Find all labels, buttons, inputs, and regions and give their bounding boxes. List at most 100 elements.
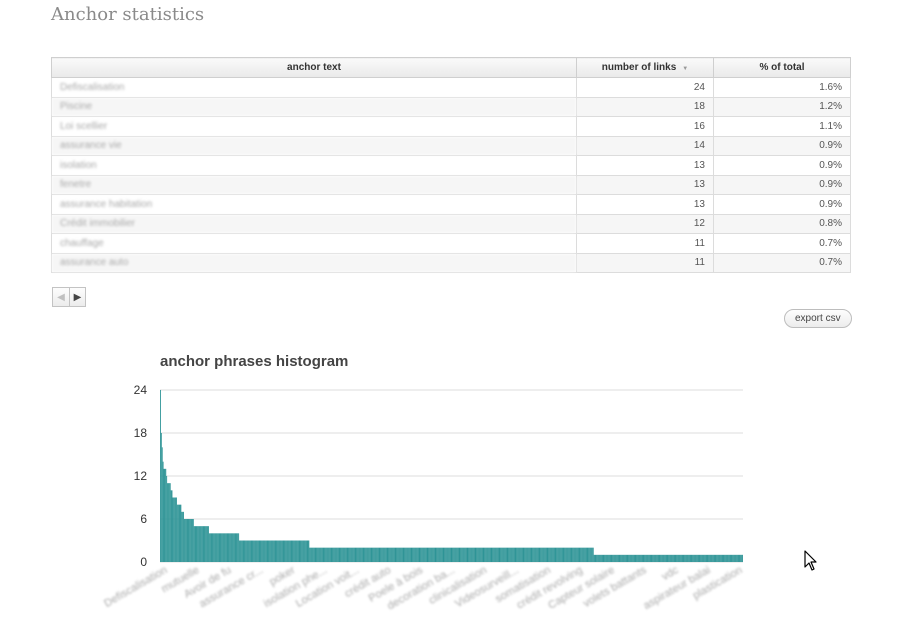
histogram-bar[interactable] [448, 547, 450, 562]
histogram-bar[interactable] [514, 547, 516, 562]
histogram-bar[interactable] [512, 547, 514, 562]
histogram-bar[interactable] [187, 519, 189, 562]
histogram-bar[interactable] [557, 547, 559, 562]
histogram-bar[interactable] [339, 547, 341, 562]
histogram-bar[interactable] [261, 540, 263, 563]
histogram-bar[interactable] [317, 547, 319, 562]
histogram-bar[interactable] [733, 554, 735, 562]
histogram-bar[interactable] [508, 547, 510, 562]
histogram-bar[interactable] [397, 547, 399, 562]
histogram-bar[interactable] [580, 547, 582, 562]
histogram-bar[interactable] [394, 547, 396, 562]
histogram-bar[interactable] [194, 526, 196, 562]
histogram-bar[interactable] [402, 547, 404, 562]
histogram-bar[interactable] [351, 547, 353, 562]
histogram-bar[interactable] [353, 547, 355, 562]
histogram-bar[interactable] [391, 547, 392, 562]
histogram-bar[interactable] [170, 490, 172, 562]
histogram-bar[interactable] [590, 547, 592, 562]
histogram-bar[interactable] [299, 540, 301, 563]
histogram-bar[interactable] [459, 547, 461, 562]
histogram-bar[interactable] [601, 554, 603, 562]
histogram-bar[interactable] [344, 547, 346, 562]
histogram-bar[interactable] [507, 547, 509, 562]
histogram-bar[interactable] [719, 554, 721, 562]
histogram-bar[interactable] [190, 519, 192, 562]
histogram-bar[interactable] [423, 547, 424, 562]
histogram-bar[interactable] [225, 533, 227, 562]
histogram-bar[interactable] [504, 547, 506, 562]
histogram-bar[interactable] [183, 511, 184, 562]
histogram-bar[interactable] [669, 554, 671, 562]
histogram-bar[interactable] [678, 554, 680, 562]
histogram-bar[interactable] [418, 547, 420, 562]
histogram-bar[interactable] [541, 547, 543, 562]
histogram-bar[interactable] [450, 547, 452, 562]
histogram-bar[interactable] [428, 547, 430, 562]
histogram-bar[interactable] [485, 547, 487, 562]
histogram-bar[interactable] [442, 547, 444, 562]
histogram-bar[interactable] [639, 554, 640, 562]
histogram-bar[interactable] [471, 547, 472, 562]
histogram-bar[interactable] [198, 526, 200, 562]
histogram-bar[interactable] [260, 540, 262, 563]
histogram-bar[interactable] [248, 540, 250, 563]
histogram-bar[interactable] [245, 540, 247, 563]
histogram-bar[interactable] [561, 547, 563, 562]
histogram-bar[interactable] [319, 547, 321, 562]
histogram-bar[interactable] [521, 547, 523, 562]
histogram-bar[interactable] [268, 540, 270, 563]
histogram-bar[interactable] [200, 526, 202, 562]
histogram-bar[interactable] [229, 533, 231, 562]
histogram-bar[interactable] [250, 540, 252, 563]
histogram-bar[interactable] [256, 540, 258, 563]
histogram-bar[interactable] [167, 483, 168, 562]
histogram-bar[interactable] [169, 483, 171, 562]
histogram-bar[interactable] [501, 547, 503, 562]
histogram-bar[interactable] [654, 554, 656, 562]
histogram-bar[interactable] [673, 554, 675, 562]
histogram-bar[interactable] [693, 554, 695, 562]
histogram-bar[interactable] [178, 504, 180, 562]
histogram-bar[interactable] [709, 554, 711, 562]
histogram-bar[interactable] [323, 547, 325, 562]
histogram-bar[interactable] [632, 554, 634, 562]
histogram-bar[interactable] [609, 554, 611, 562]
histogram-bar[interactable] [386, 547, 388, 562]
histogram-bar[interactable] [388, 547, 390, 562]
histogram-bar[interactable] [167, 483, 169, 562]
histogram-bar[interactable] [355, 547, 357, 562]
histogram-bar[interactable] [594, 554, 596, 562]
histogram-bar[interactable] [585, 547, 587, 562]
histogram-bar[interactable] [182, 511, 184, 562]
histogram-bar[interactable] [679, 554, 681, 562]
histogram-bar[interactable] [502, 547, 504, 562]
histogram-bar[interactable] [456, 547, 458, 562]
histogram-bar[interactable] [173, 497, 175, 563]
histogram-bar[interactable] [543, 547, 545, 562]
histogram-bar[interactable] [424, 547, 426, 562]
histogram-bar[interactable] [206, 526, 208, 562]
histogram-bar[interactable] [697, 554, 699, 562]
histogram-bar[interactable] [591, 547, 593, 562]
histogram-bar[interactable] [363, 547, 365, 562]
histogram-bar[interactable] [295, 540, 297, 563]
histogram-bar[interactable] [622, 554, 624, 562]
histogram-bar[interactable] [621, 554, 623, 562]
histogram-bar[interactable] [243, 540, 245, 563]
histogram-bar[interactable] [703, 554, 704, 562]
histogram-bar[interactable] [468, 547, 470, 562]
histogram-bar[interactable] [271, 540, 273, 563]
histogram-bar[interactable] [199, 526, 200, 562]
histogram-bar[interactable] [407, 547, 408, 562]
histogram-bar[interactable] [273, 540, 275, 563]
histogram-bar[interactable] [519, 547, 521, 562]
histogram-bar[interactable] [436, 547, 438, 562]
histogram-bar[interactable] [710, 554, 712, 562]
histogram-bar[interactable] [335, 547, 337, 562]
histogram-bar[interactable] [688, 554, 690, 562]
histogram-bar[interactable] [247, 540, 249, 563]
histogram-bar[interactable] [275, 540, 277, 563]
histogram-bar[interactable] [366, 547, 368, 562]
histogram-bar[interactable] [191, 519, 193, 562]
